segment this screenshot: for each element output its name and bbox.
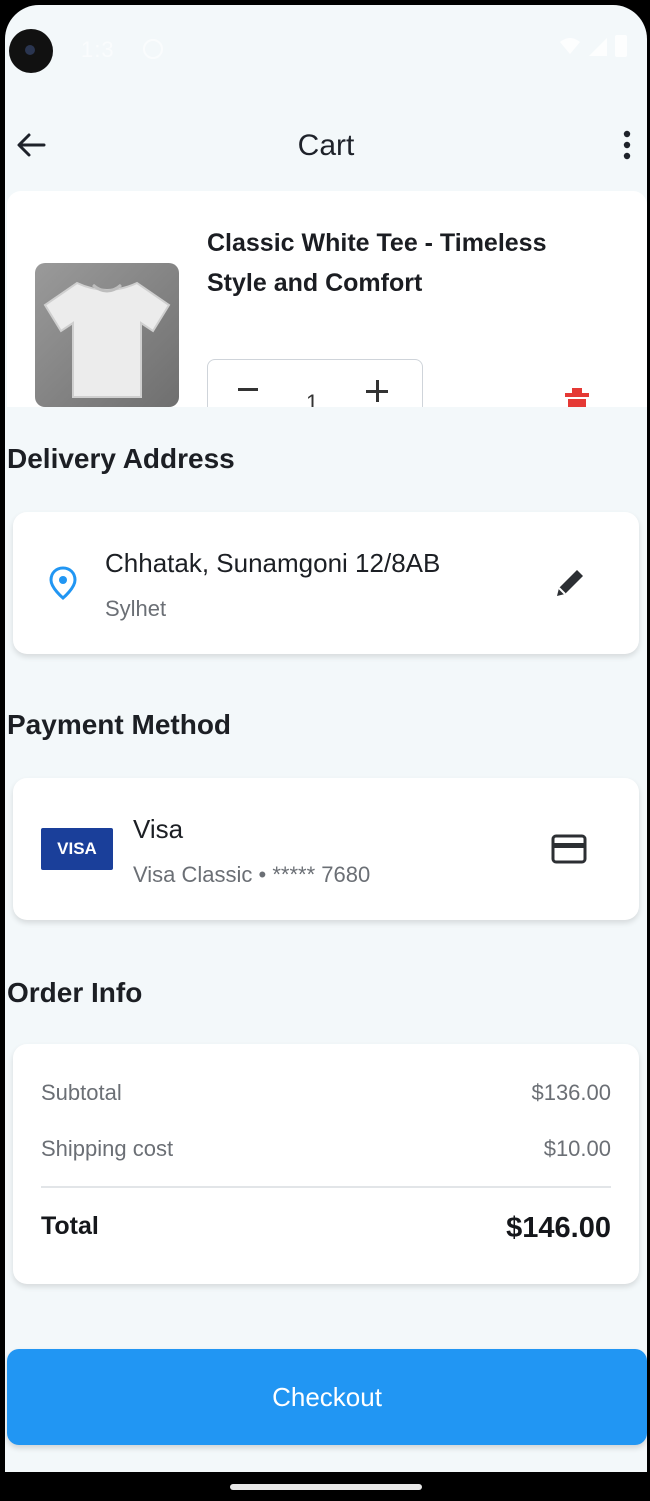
- address-line: Chhatak, Sunamgoni 12/8AB: [105, 548, 441, 578]
- order-info-title: Order Info: [7, 977, 143, 1008]
- shipping-label: Shipping cost: [41, 1136, 174, 1161]
- battery-icon: [615, 35, 627, 57]
- notification-icon: [143, 39, 163, 59]
- location-pin-icon: [49, 566, 77, 600]
- app-screen: 1:3 Cart Classic White Tee - Timeless St…: [5, 5, 647, 1472]
- navigation-bar: [0, 1472, 650, 1501]
- divider: [41, 1186, 611, 1188]
- increase-quantity-button[interactable]: [366, 380, 388, 402]
- payment-detail: Visa Classic • ***** 7680: [133, 862, 371, 887]
- total-label: Total: [41, 1212, 99, 1240]
- decrease-quantity-button[interactable]: [238, 388, 258, 391]
- status-time: 1:3: [81, 37, 115, 62]
- more-options-button[interactable]: [609, 125, 645, 165]
- delivery-address-card[interactable]: Chhatak, Sunamgoni 12/8AB Sylhet: [13, 512, 639, 654]
- subtotal-row: Subtotal $136.00: [41, 1080, 611, 1106]
- app-bar: Cart: [5, 115, 647, 175]
- shipping-row: Shipping cost $10.00: [41, 1136, 611, 1162]
- status-icons: [559, 35, 627, 57]
- credit-card-icon[interactable]: [551, 834, 587, 864]
- status-bar: 1:3: [5, 23, 647, 73]
- visa-logo: VISA: [41, 828, 113, 870]
- product-name: Classic White Tee - Timeless Style and C…: [207, 229, 547, 297]
- checkout-button[interactable]: Checkout: [7, 1349, 647, 1445]
- delivery-address-title: Delivery Address: [7, 443, 235, 474]
- shipping-value: $10.00: [543, 1136, 611, 1161]
- order-info-card: Subtotal $136.00 Shipping cost $10.00 To…: [13, 1044, 639, 1284]
- total-row: Total $146.00: [41, 1212, 611, 1245]
- edit-pencil-icon[interactable]: [553, 566, 587, 600]
- more-vert-icon: [623, 130, 631, 160]
- subtotal-label: Subtotal: [41, 1080, 122, 1105]
- payment-name: Visa: [133, 814, 184, 844]
- wifi-icon: [560, 38, 580, 54]
- total-value: $146.00: [506, 1212, 611, 1244]
- checkout-sheet: Delivery Address Chhatak, Sunamgoni 12/8…: [5, 407, 647, 1472]
- subtotal-value: $136.00: [531, 1080, 611, 1105]
- payment-method-title: Payment Method: [7, 709, 232, 740]
- signal-icon: [589, 38, 607, 56]
- page-title: Cart: [297, 129, 355, 162]
- home-indicator[interactable]: [230, 1484, 422, 1490]
- product-image: [35, 263, 179, 407]
- tshirt-icon: [43, 281, 171, 398]
- address-city: Sylhet: [105, 596, 167, 621]
- payment-method-card[interactable]: VISA Visa Visa Classic • ***** 7680: [13, 778, 639, 920]
